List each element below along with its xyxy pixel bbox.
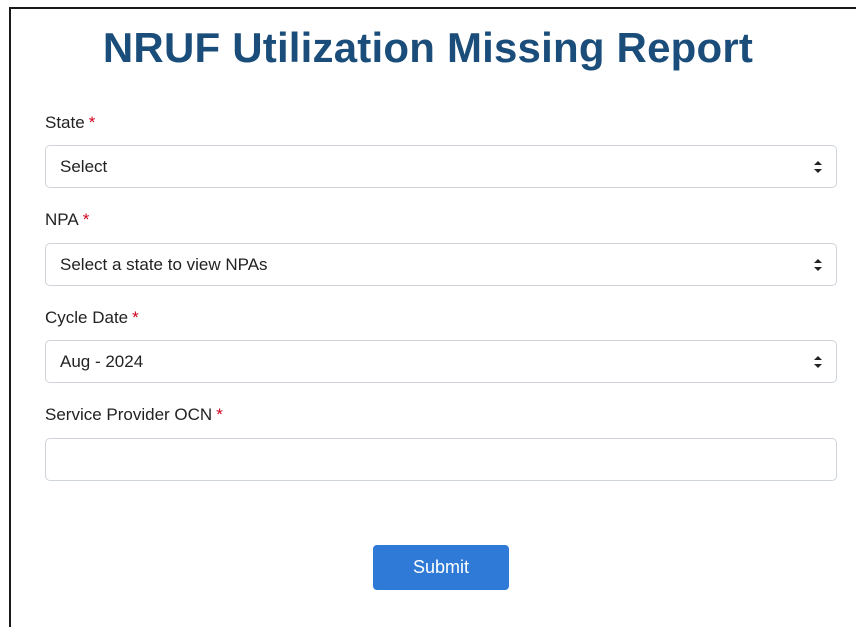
state-label-text: State [45, 113, 85, 132]
ocn-label-text: Service Provider OCN [45, 405, 213, 424]
up-down-caret-icon [814, 161, 822, 173]
page-title: NRUF Utilization Missing Report [102, 24, 754, 71]
required-marker: * [132, 308, 139, 327]
cycle-date-label: Cycle Date * [45, 308, 139, 328]
required-marker: * [82, 210, 90, 229]
npa-label: NPA * [45, 210, 89, 230]
up-down-caret-icon [814, 356, 822, 368]
cycle-date-label-text: Cycle Date [45, 308, 129, 327]
ocn-label: Service Provider OCN * [45, 405, 223, 425]
up-down-caret-icon [814, 259, 822, 271]
state-label: State * [45, 113, 95, 133]
required-marker: * [88, 113, 96, 132]
npa-select-value: Select a state to view NPAs [60, 254, 268, 274]
state-select-value: Select [60, 156, 108, 176]
cycle-date-select-value: Aug - 2024 [60, 351, 144, 371]
state-select[interactable]: Select [45, 145, 837, 188]
ocn-input[interactable] [45, 438, 837, 481]
required-marker: * [216, 405, 223, 424]
cycle-date-select[interactable]: Aug - 2024 [45, 340, 837, 383]
npa-label-text: NPA [45, 210, 79, 229]
submit-button[interactable]: Submit [373, 545, 509, 590]
npa-select[interactable]: Select a state to view NPAs [45, 243, 837, 286]
